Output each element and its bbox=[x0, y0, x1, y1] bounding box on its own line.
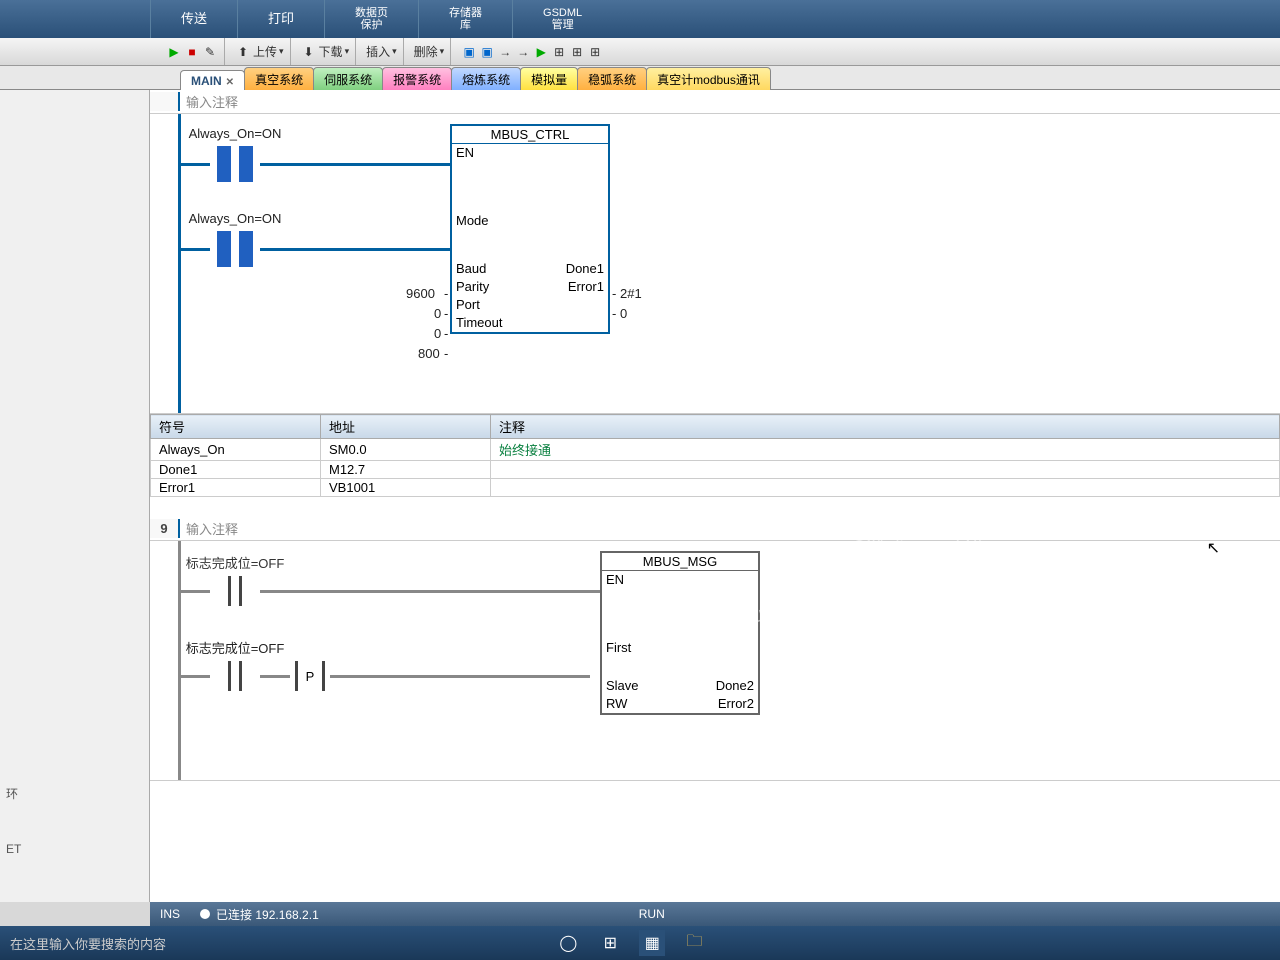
left-label-1: 环 bbox=[6, 785, 143, 802]
tab-analog[interactable]: 模拟量 bbox=[520, 67, 578, 90]
menu-gsdml[interactable]: GSDML 管理 bbox=[512, 0, 612, 38]
tab-modbus[interactable]: 真空计modbus通讯 bbox=[646, 67, 771, 90]
contact-always-on-2[interactable]: Always_On=ON bbox=[210, 229, 260, 269]
contact-flag-2[interactable]: 标志完成位=OFF bbox=[210, 656, 260, 696]
status-bar: INS 已连接 192.168.2.1 RUN bbox=[150, 902, 1280, 926]
tool-icon-6[interactable]: ⊞ bbox=[551, 44, 567, 60]
status-conn: 已连接 192.168.2.1 bbox=[216, 908, 319, 922]
fbox-title-2: MBUS_MSG bbox=[602, 553, 758, 571]
tab-alarm[interactable]: 报警系统 bbox=[382, 67, 452, 90]
menu-stub[interactable] bbox=[0, 0, 150, 38]
network-num bbox=[150, 92, 180, 111]
contact-p[interactable]: P bbox=[290, 656, 330, 696]
taskview-icon[interactable]: ⊞ bbox=[597, 930, 623, 956]
col-comment[interactable]: 注释 bbox=[491, 415, 1280, 439]
contact-always-on-1[interactable]: Always_On=ON bbox=[210, 144, 260, 184]
tab-vacuum[interactable]: 真空系统 bbox=[244, 67, 314, 90]
left-label-2: ET bbox=[6, 842, 143, 856]
baud-val: 9600 bbox=[406, 286, 435, 301]
col-addr[interactable]: 地址 bbox=[321, 415, 491, 439]
table-row: Always_OnSM0.0始终接通 bbox=[151, 439, 1280, 461]
insert-label[interactable]: 插入 bbox=[366, 43, 390, 60]
menu-print[interactable]: 打印 bbox=[237, 0, 324, 38]
fbox-title: MBUS_CTRL bbox=[452, 126, 608, 144]
network-body-9[interactable]: 标志完成位=OFF 标志完成位=OFF P MBUS_MSG bbox=[150, 541, 1280, 781]
download-label[interactable]: 下载 bbox=[319, 43, 343, 60]
menu-storage[interactable]: 存储器 库 bbox=[418, 0, 512, 38]
app-icon-1[interactable]: ▦ bbox=[639, 930, 665, 956]
stop-icon[interactable]: ■ bbox=[184, 44, 200, 60]
tab-servo[interactable]: 伺服系统 bbox=[313, 67, 383, 90]
port-val: 0 bbox=[434, 326, 441, 341]
parity-val: 0 bbox=[434, 306, 441, 321]
ladder-editor[interactable]: 输入注释 Always_On=ON Always_On=ON bbox=[150, 90, 1280, 902]
table-row: Done1M12.7 bbox=[151, 461, 1280, 479]
tool-icon-8[interactable]: ⊞ bbox=[587, 44, 603, 60]
download-icon[interactable]: ⬇ bbox=[301, 44, 317, 60]
upload-icon[interactable]: ⬆ bbox=[235, 44, 251, 60]
symbol-table[interactable]: 符号 地址 注释 Always_OnSM0.0始终接通 Done1M12.7 E… bbox=[150, 414, 1280, 497]
network-body-1[interactable]: Always_On=ON Always_On=ON MBUS_CTRL EN bbox=[150, 114, 1280, 414]
close-icon[interactable]: ✕ bbox=[226, 77, 234, 88]
taskbar: 在这里输入你要搜索的内容 ◯ ⊞ ▦ 🗀 bbox=[0, 926, 1280, 960]
col-symbol[interactable]: 符号 bbox=[151, 415, 321, 439]
tool-icon-4[interactable]: → bbox=[515, 44, 531, 60]
timeout-val: 800 bbox=[418, 346, 440, 361]
tab-main[interactable]: MAIN✕ bbox=[180, 70, 245, 90]
menu-datapage[interactable]: 数据页 保护 bbox=[324, 0, 418, 38]
tool-icon-2[interactable]: ▣ bbox=[479, 44, 495, 60]
tool-icon-5[interactable]: ▶ bbox=[533, 44, 549, 60]
table-row: Error1VB1001 bbox=[151, 479, 1280, 497]
status-run: RUN bbox=[639, 907, 665, 921]
explorer-icon[interactable]: 🗀 bbox=[681, 930, 707, 956]
fbox-mbus-ctrl[interactable]: MBUS_CTRL EN Mode BaudDone1 ParityError1… bbox=[450, 124, 610, 334]
menu-transfer[interactable]: 传送 bbox=[150, 0, 237, 38]
tab-arc[interactable]: 稳弧系统 bbox=[577, 67, 647, 90]
left-pane: 环 ET bbox=[0, 90, 150, 902]
upload-label[interactable]: 上传 bbox=[253, 43, 277, 60]
cortana-icon[interactable]: ◯ bbox=[555, 930, 581, 956]
done1-val: 2#1 bbox=[620, 286, 642, 301]
network-comment[interactable]: 输入注释 bbox=[180, 90, 244, 113]
search-input[interactable]: 在这里输入你要搜索的内容 bbox=[10, 934, 250, 953]
error1-val: 0 bbox=[620, 306, 627, 321]
tool-icon-1[interactable]: ▣ bbox=[461, 44, 477, 60]
edit-icon[interactable]: ✎ bbox=[202, 44, 218, 60]
tool-icon-7[interactable]: ⊞ bbox=[569, 44, 585, 60]
network-comment-9[interactable]: 输入注释 bbox=[180, 517, 244, 540]
sub-toolbar: ▶ ■ ✎ ⬆ 上传 ▾ ⬇ 下载 ▾ 插入 ▾ 删除 ▾ ▣ ▣ → → ▶ … bbox=[0, 38, 1280, 66]
fbox-mbus-msg[interactable]: MBUS_MSG EN First SlaveDone2 RWError2 bbox=[600, 551, 760, 715]
contact-flag-1[interactable]: 标志完成位=OFF bbox=[210, 571, 260, 611]
network-num-9: 9 bbox=[150, 519, 180, 538]
tool-icon-3[interactable]: → bbox=[497, 44, 513, 60]
connection-dot-icon bbox=[200, 909, 210, 919]
status-ins: INS bbox=[160, 907, 180, 921]
run-icon[interactable]: ▶ bbox=[166, 44, 182, 60]
top-menu: 传送 打印 数据页 保护 存储器 库 GSDML 管理 bbox=[0, 0, 1280, 38]
tab-smelt[interactable]: 熔炼系统 bbox=[451, 67, 521, 90]
delete-label[interactable]: 删除 bbox=[414, 43, 438, 60]
tabs-row: MAIN✕ 真空系统 伺服系统 报警系统 熔炼系统 模拟量 稳弧系统 真空计mo… bbox=[0, 66, 1280, 90]
